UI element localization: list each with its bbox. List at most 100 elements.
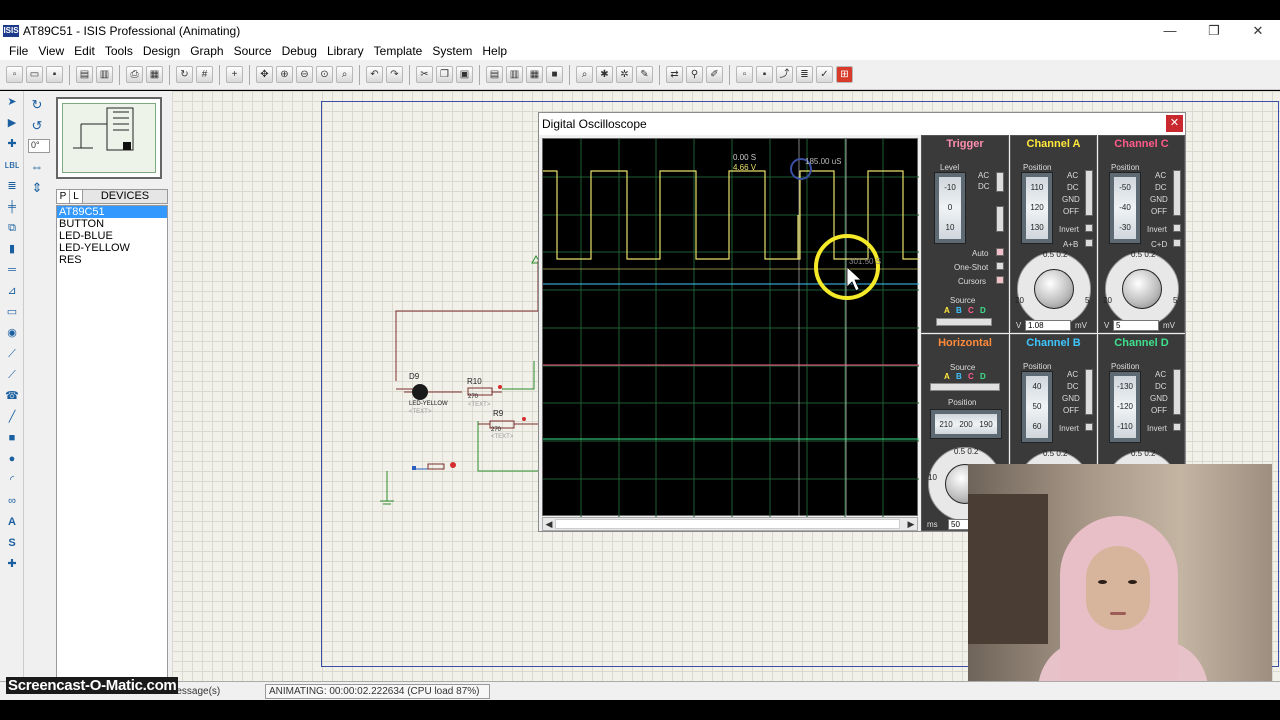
grid-icon[interactable]: # xyxy=(196,66,213,83)
selection-mode-icon[interactable]: ➤ xyxy=(3,93,21,111)
scroll-right-icon[interactable]: ▶ xyxy=(905,518,917,530)
trigger-one-shot-button[interactable] xyxy=(996,262,1004,270)
property-assignment-icon[interactable]: ✐ xyxy=(706,66,723,83)
oscilloscope-scrollbar[interactable]: ◀ ▶ xyxy=(542,517,918,531)
rotation-angle-field[interactable]: 0° xyxy=(28,139,50,153)
trigger-cursors-button[interactable] xyxy=(996,276,1004,284)
menu-template[interactable]: Template xyxy=(369,44,428,58)
make-device-icon[interactable]: ✱ xyxy=(596,66,613,83)
current-probe-icon[interactable]: ⟋ xyxy=(3,366,21,384)
channel-d-position-slider[interactable]: -130 -120 -110 xyxy=(1109,371,1141,443)
device-item-led-yellow[interactable]: LED-YELLOW xyxy=(57,242,167,254)
scrollbar-thumb[interactable] xyxy=(555,519,900,529)
channel-d-coupling-switch[interactable] xyxy=(1173,369,1181,415)
channel-b-invert-button[interactable] xyxy=(1085,423,1093,431)
overview-window[interactable] xyxy=(56,97,162,179)
zoom-all-icon[interactable]: ⊙ xyxy=(316,66,333,83)
new-sheet-icon[interactable]: ▫ xyxy=(736,66,753,83)
menu-source[interactable]: Source xyxy=(229,44,277,58)
netlist-to-ares-icon[interactable]: ⊞ xyxy=(836,66,853,83)
marker-tool-icon[interactable]: ✚ xyxy=(3,555,21,573)
channel-c-scale-field[interactable]: 5 xyxy=(1113,320,1159,331)
channel-b-coupling-switch[interactable] xyxy=(1085,369,1093,415)
circle-tool-icon[interactable]: ● xyxy=(3,450,21,468)
zoom-area-icon[interactable]: ⌕ xyxy=(336,66,353,83)
terminals-icon[interactable]: ▮ xyxy=(3,240,21,258)
rotate-clockwise-icon[interactable]: ↻ xyxy=(28,97,46,115)
origin-icon[interactable]: + xyxy=(226,66,243,83)
export-icon[interactable]: ▥ xyxy=(96,66,113,83)
trigger-source-slider[interactable] xyxy=(936,318,992,326)
arc-tool-icon[interactable]: ◜ xyxy=(3,471,21,489)
device-item-res[interactable]: RES xyxy=(57,254,167,266)
redo-icon[interactable]: ↷ xyxy=(386,66,403,83)
trigger-edge-switch[interactable] xyxy=(996,206,1004,232)
save-icon[interactable]: ▪ xyxy=(46,66,63,83)
buses-icon[interactable]: ╪ xyxy=(3,198,21,216)
wire-label-icon[interactable]: ʟʙʟ xyxy=(3,156,21,174)
menu-tools[interactable]: Tools xyxy=(100,44,138,58)
symbol-tool-icon[interactable]: S xyxy=(3,534,21,552)
pan-icon[interactable]: ✥ xyxy=(256,66,273,83)
packaging-tool-icon[interactable]: ✲ xyxy=(616,66,633,83)
box-tool-icon[interactable]: ■ xyxy=(3,429,21,447)
undo-icon[interactable]: ↶ xyxy=(366,66,383,83)
wire-autorouter-icon[interactable]: ⇄ xyxy=(666,66,683,83)
restore-button[interactable]: ❐ xyxy=(1192,20,1236,42)
channel-a-invert-button[interactable] xyxy=(1085,224,1093,232)
channel-c-invert-button[interactable] xyxy=(1173,224,1181,232)
cut-icon[interactable]: ✂ xyxy=(416,66,433,83)
channel-a-scale-knob[interactable] xyxy=(1034,269,1074,309)
print-icon[interactable]: ⎙ xyxy=(126,66,143,83)
menu-system[interactable]: System xyxy=(427,44,477,58)
print-area-icon[interactable]: ▦ xyxy=(146,66,163,83)
menu-design[interactable]: Design xyxy=(138,44,185,58)
mirror-vertical-icon[interactable]: ⇕ xyxy=(28,180,46,198)
rotate-anticlockwise-icon[interactable]: ↺ xyxy=(28,118,46,136)
block-rotate-icon[interactable]: ▦ xyxy=(526,66,543,83)
trigger-coupling-switch[interactable] xyxy=(996,172,1004,192)
scroll-left-icon[interactable]: ◀ xyxy=(543,518,555,530)
search-tag-icon[interactable]: ⚲ xyxy=(686,66,703,83)
channel-c-sum-button[interactable] xyxy=(1173,239,1181,247)
horizontal-position-slider[interactable]: 210 200 190 xyxy=(930,409,1002,439)
horizontal-source-slider[interactable] xyxy=(930,383,1000,391)
junction-dot-icon[interactable]: ✚ xyxy=(3,135,21,153)
trigger-auto-button[interactable] xyxy=(996,248,1004,256)
voltage-probe-icon[interactable]: ⟋ xyxy=(3,345,21,363)
menu-edit[interactable]: Edit xyxy=(69,44,100,58)
tape-recorder-icon[interactable]: ▭ xyxy=(3,303,21,321)
remove-sheet-icon[interactable]: ▪ xyxy=(756,66,773,83)
mirror-horizontal-icon[interactable]: ⇔ xyxy=(28,159,46,177)
menu-graph[interactable]: Graph xyxy=(185,44,228,58)
import-icon[interactable]: ▤ xyxy=(76,66,93,83)
menu-help[interactable]: Help xyxy=(477,44,512,58)
menu-file[interactable]: File xyxy=(4,44,33,58)
text-tool-icon[interactable]: A xyxy=(3,513,21,531)
led-d9[interactable] xyxy=(412,384,428,400)
virtual-instruments-icon[interactable]: ☎ xyxy=(3,387,21,405)
push-button[interactable] xyxy=(427,463,445,470)
component-mode-icon[interactable]: ▶ xyxy=(3,114,21,132)
paste-icon[interactable]: ▣ xyxy=(456,66,473,83)
open-folder-icon[interactable]: ▭ xyxy=(26,66,43,83)
zoom-in-icon[interactable]: ⊕ xyxy=(276,66,293,83)
menu-view[interactable]: View xyxy=(33,44,69,58)
block-delete-icon[interactable]: ■ xyxy=(546,66,563,83)
electrical-rule-check-icon[interactable]: ✓ xyxy=(816,66,833,83)
minimize-button[interactable]: — xyxy=(1148,20,1192,42)
path-tool-icon[interactable]: ∞ xyxy=(3,492,21,510)
device-item-at89c51[interactable]: AT89C51 xyxy=(57,206,167,218)
exit-to-parent-icon[interactable]: ⤴ xyxy=(776,66,793,83)
channel-a-scale-field[interactable]: 1.08 xyxy=(1025,320,1071,331)
library-manager-tab[interactable]: L xyxy=(70,190,83,203)
line-tool-icon[interactable]: ╱ xyxy=(3,408,21,426)
device-item-led-blue[interactable]: LED-BLUE xyxy=(57,230,167,242)
new-file-icon[interactable]: ▫ xyxy=(6,66,23,83)
channel-c-scale-knob[interactable] xyxy=(1122,269,1162,309)
decompose-icon[interactable]: ✎ xyxy=(636,66,653,83)
block-move-icon[interactable]: ▥ xyxy=(506,66,523,83)
bill-of-materials-icon[interactable]: ≣ xyxy=(796,66,813,83)
device-pins-icon[interactable]: ═ xyxy=(3,261,21,279)
pick-device-icon[interactable]: ⌕ xyxy=(576,66,593,83)
